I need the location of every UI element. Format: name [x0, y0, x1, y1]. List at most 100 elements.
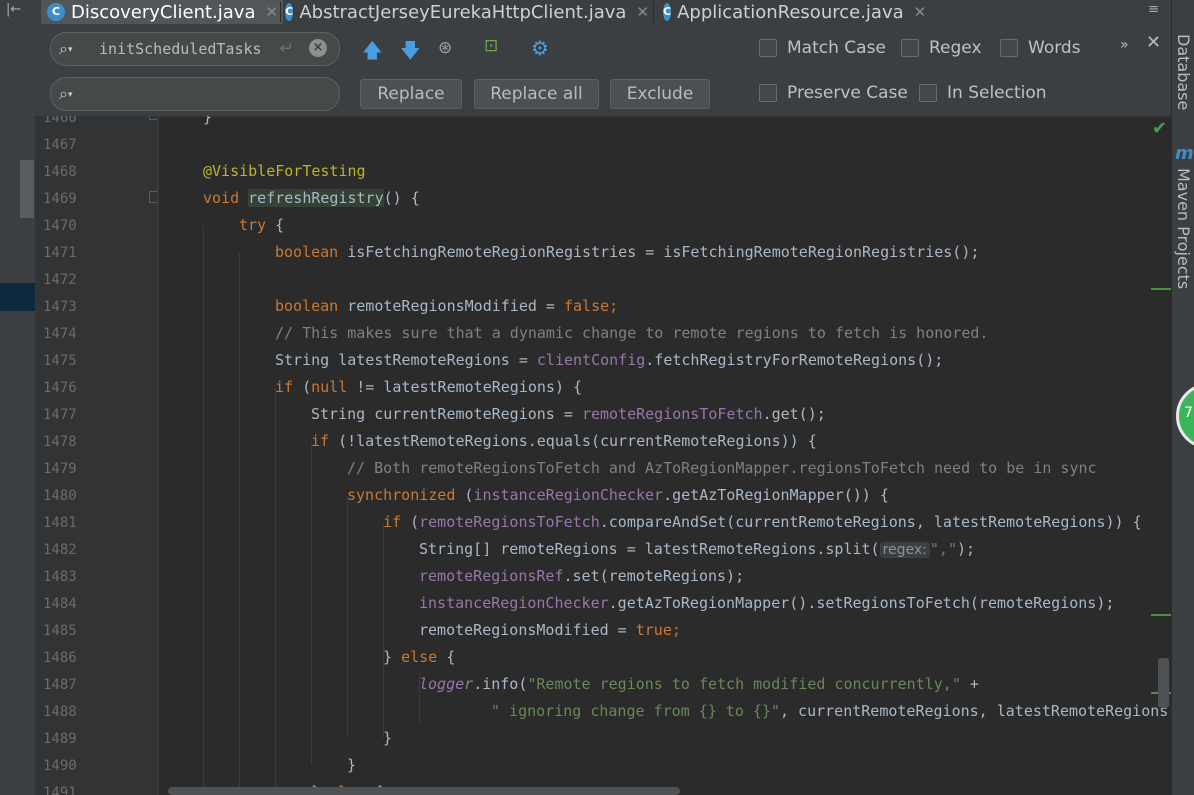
keyword: false — [564, 297, 610, 315]
code-line-1477[interactable]: String currentRemoteRegions = remoteRegi… — [311, 401, 826, 428]
parameter-hint: regex: — [879, 542, 930, 558]
close-icon[interactable]: ✕ — [914, 3, 927, 21]
tab-application-resource[interactable]: C ApplicationResource.java ✕ — [663, 0, 926, 24]
close-icon[interactable]: ✕ — [265, 3, 278, 21]
new-line-icon[interactable]: ↵ — [279, 38, 294, 59]
fold-marker[interactable] — [149, 116, 157, 120]
line-number: 1480 — [43, 488, 77, 504]
preserve-case-checkbox[interactable]: Preserve Case — [759, 83, 908, 103]
keyword: if — [275, 378, 294, 396]
code-line-1485[interactable]: remoteRegionsModified = true; — [419, 617, 681, 644]
replace-field[interactable]: ⌕ — [50, 77, 340, 111]
collapse-panel-icon[interactable]: |← — [6, 2, 30, 22]
checkbox-box[interactable] — [759, 84, 777, 102]
code-line-1473[interactable]: boolean remoteRegionsModified = false; — [275, 293, 618, 320]
code-line-1484[interactable]: instanceRegionChecker.getAzToRegionMappe… — [419, 590, 1114, 617]
code-line-1482[interactable]: String[] remoteRegions = latestRemoteReg… — [419, 536, 975, 563]
close-find-bar-icon[interactable]: ✕ — [1146, 32, 1161, 53]
left-tool-strip: |← — [0, 0, 36, 795]
close-icon[interactable]: ✕ — [636, 3, 649, 21]
exclude-button[interactable]: Exclude — [610, 79, 710, 109]
code-line-1478[interactable]: if (!latestRemoteRegions.equals(currentR… — [311, 428, 817, 455]
code-line-1479[interactable]: // Both remoteRegionsToFetch and AzToReg… — [347, 455, 1097, 482]
code-line-1474[interactable]: // This makes sure that a dynamic change… — [275, 320, 988, 347]
tab-divider — [653, 2, 654, 22]
checkbox-box[interactable] — [759, 39, 777, 57]
code-text: .info( — [473, 675, 528, 693]
settings-gear-icon[interactable]: ⚙ — [531, 36, 549, 60]
tabs-overflow-menu-icon[interactable]: ≡ — [1148, 2, 1159, 17]
select-all-occurrences-icon[interactable]: ⊛ — [438, 38, 452, 58]
project-selected-item[interactable] — [0, 283, 35, 311]
replace-all-button[interactable]: Replace all — [474, 79, 599, 109]
keyword: boolean — [275, 297, 339, 315]
change-marker[interactable] — [1151, 288, 1171, 290]
string-literal: "Remote regions to fetch modified concur… — [527, 675, 961, 693]
field-name: remoteRegionsToFetch — [419, 513, 600, 531]
code-line-1486[interactable]: } else { — [383, 644, 455, 671]
code-line-1471[interactable]: boolean isFetchingRemoteRegionRegistries… — [275, 239, 979, 266]
checkbox-box[interactable] — [901, 39, 919, 57]
search-input[interactable]: initScheduledTasks — [99, 40, 262, 58]
code-line-1476[interactable]: if (null != latestRemoteRegions) { — [275, 374, 582, 401]
down-arrow-icon[interactable]: 🡇 — [400, 36, 421, 70]
clear-search-icon[interactable]: × — [309, 39, 327, 57]
line-number: 1467 — [43, 137, 77, 153]
line-number: 1491 — [43, 785, 77, 795]
words-checkbox[interactable]: Words — [1000, 38, 1081, 58]
database-panel-button[interactable]: Database — [1174, 34, 1193, 110]
more-options-icon[interactable]: » — [1120, 37, 1129, 53]
up-arrow-icon[interactable]: 🡅 — [362, 36, 383, 70]
in-selection-checkbox[interactable]: In Selection — [919, 83, 1047, 103]
code-line-1487[interactable]: logger.info("Remote regions to fetch mod… — [419, 671, 979, 698]
code-line-1475[interactable]: String latestRemoteRegions = clientConfi… — [275, 347, 943, 374]
keyword: true — [635, 621, 672, 639]
maven-projects-panel-button[interactable]: Maven Projects — [1174, 168, 1193, 289]
checkbox-box[interactable] — [1000, 39, 1018, 57]
code-line-1483[interactable]: remoteRegionsRef.set(remoteRegions); — [419, 563, 744, 590]
tab-label: AbstractJerseyEurekaHttpClient.java — [299, 1, 627, 23]
code-line-1466[interactable]: } — [203, 116, 212, 131]
line-number: 1486 — [43, 650, 77, 666]
code-line-1470[interactable]: try { — [239, 212, 284, 239]
code-line-1480[interactable]: synchronized (instanceRegionChecker.getA… — [347, 482, 889, 509]
indent-guide — [275, 388, 276, 795]
replace-button[interactable]: Replace — [360, 79, 462, 109]
line-number: 1490 — [43, 758, 77, 774]
code-line-1481[interactable]: if (remoteRegionsToFetch.compareAndSet(c… — [383, 509, 1142, 536]
filter-icon[interactable]: ⊡ — [484, 36, 498, 56]
vertical-scrollbar-thumb[interactable] — [1158, 658, 1169, 708]
search-icon[interactable]: ⌕ — [59, 84, 73, 104]
checkbox-box[interactable] — [919, 84, 937, 102]
tab-divider — [280, 2, 281, 22]
change-marker[interactable] — [1151, 614, 1171, 616]
match-case-checkbox[interactable]: Match Case — [759, 38, 886, 58]
regex-checkbox[interactable]: Regex — [901, 38, 982, 58]
line-number: 1485 — [43, 623, 77, 639]
code-line-1490[interactable]: } — [347, 752, 356, 779]
code-text: , currentRemoteRegions, latestRemoteRegi… — [779, 702, 1171, 720]
code-text: .set(remoteRegions); — [563, 567, 745, 585]
code-line-1468[interactable]: @VisibleForTesting — [203, 158, 366, 185]
code-text: ( — [401, 513, 420, 531]
badge-count: 7 — [1184, 405, 1193, 421]
code-line-1488[interactable]: " ignoring change from {} to {}", curren… — [491, 698, 1171, 725]
keyword: boolean — [275, 243, 339, 261]
line-number: 1477 — [43, 407, 77, 423]
search-icon[interactable]: ⌕ — [59, 39, 73, 59]
code-editor[interactable]: } @VisibleForTesting void refreshRegistr… — [158, 116, 1171, 795]
tab-discovery-client[interactable]: C DiscoveryClient.java ✕ — [41, 0, 283, 24]
horizontal-scrollbar-thumb[interactable] — [168, 787, 680, 795]
regex-label: Regex — [929, 38, 982, 58]
class-c-icon: C — [663, 3, 672, 21]
fold-marker[interactable] — [149, 191, 157, 203]
tab-abstract-jersey-eureka-http-client[interactable]: C AbstractJerseyEurekaHttpClient.java ✕ — [285, 0, 649, 24]
in-selection-label: In Selection — [947, 83, 1047, 103]
code-line-1469[interactable]: void refreshRegistry() { — [203, 185, 420, 212]
line-number: 1473 — [43, 299, 77, 315]
code-line-1489[interactable]: } — [383, 725, 392, 752]
search-field[interactable]: ⌕ initScheduledTasks ↵ × — [50, 32, 340, 66]
inspection-ok-icon[interactable]: ✔ — [1152, 118, 1167, 139]
code-text: } — [383, 729, 393, 747]
